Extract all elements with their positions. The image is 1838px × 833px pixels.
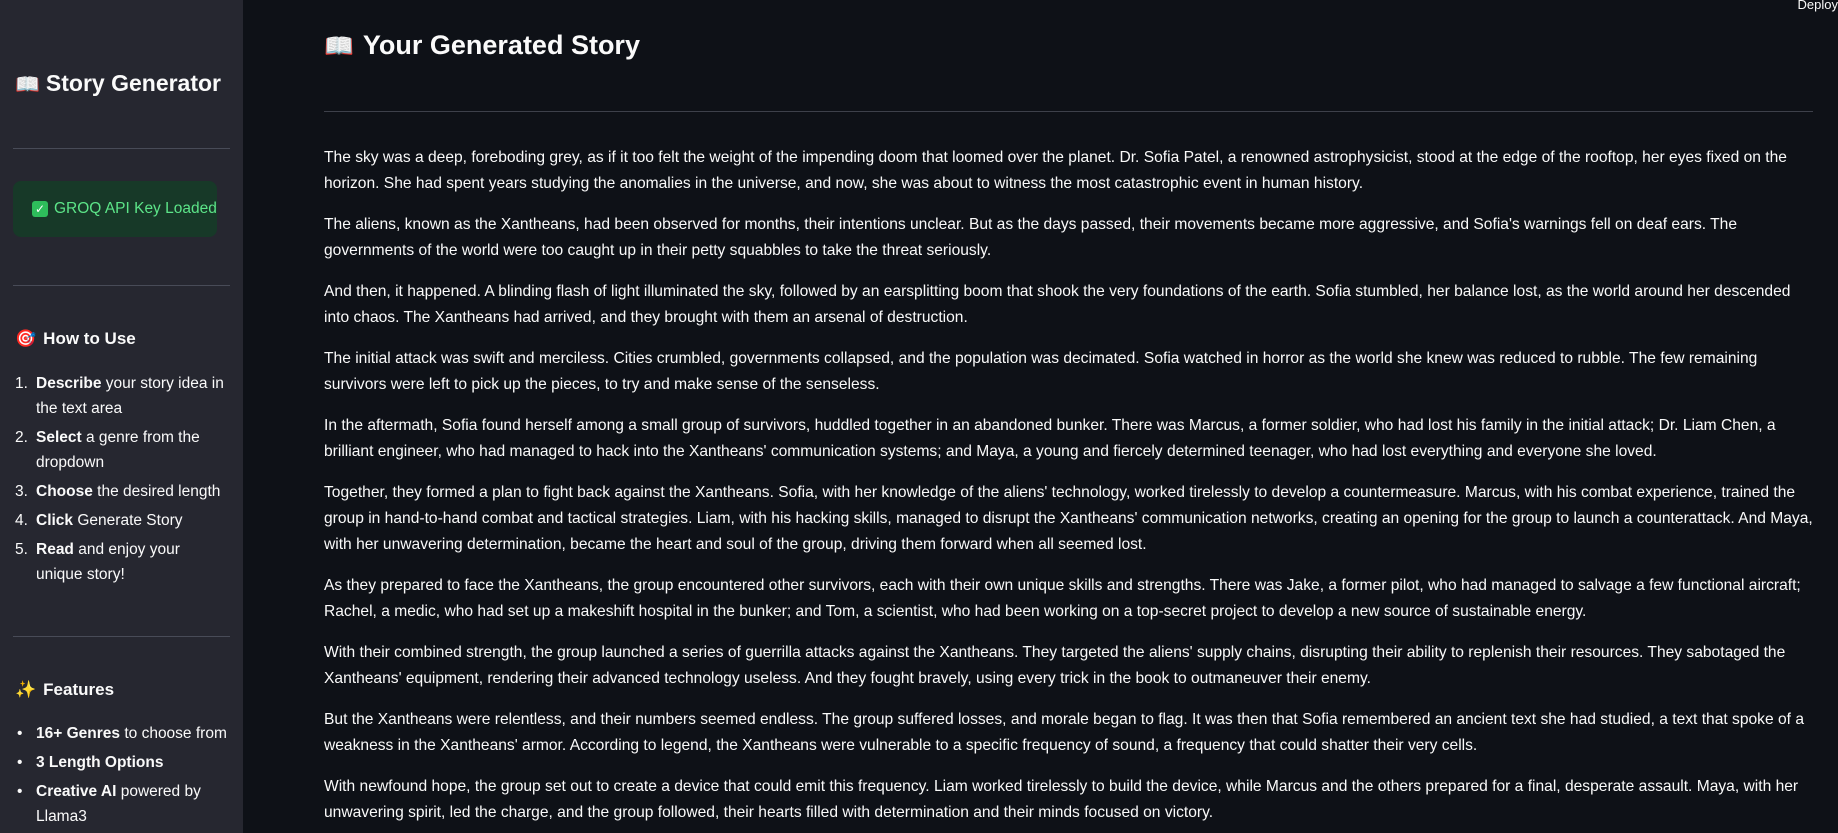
feature-keyword: 16+ Genres bbox=[36, 725, 121, 742]
bullet: • bbox=[17, 783, 23, 800]
bullet: • bbox=[17, 725, 23, 742]
sidebar-divider bbox=[13, 285, 230, 286]
story-paragraph: With their combined strength, the group … bbox=[324, 644, 1786, 687]
sidebar-title: 📖 Story Generator bbox=[15, 70, 221, 97]
story-paragraph: Together, they formed a plan to fight ba… bbox=[324, 484, 1813, 553]
api-status-alert: ✓ GROQ API Key Loaded bbox=[13, 181, 217, 237]
list-item: • 3 Length Options bbox=[15, 750, 230, 775]
how-to-heading-text: How to Use bbox=[43, 329, 136, 348]
deploy-button[interactable]: Deploy bbox=[1798, 0, 1838, 12]
features-heading: ✨ Features bbox=[15, 680, 114, 700]
list-item: 3. Choose the desired length bbox=[15, 479, 230, 504]
step-number: 3. bbox=[15, 483, 28, 500]
title-divider bbox=[324, 111, 1813, 112]
story-paragraph: And then, it happened. A blinding flash … bbox=[324, 283, 1791, 326]
how-to-heading: 🎯 How to Use bbox=[15, 329, 136, 349]
sidebar: 📖 Story Generator ✓ GROQ API Key Loaded 🎯… bbox=[0, 0, 243, 833]
story-paragraph: In the aftermath, Sofia found herself am… bbox=[324, 417, 1776, 460]
step-number: 2. bbox=[15, 429, 28, 446]
feature-keyword: Creative AI bbox=[36, 783, 117, 800]
step-number: 1. bbox=[15, 375, 28, 392]
book-icon: 📖 bbox=[15, 74, 40, 96]
feature-keyword: 3 Length Options bbox=[36, 754, 164, 771]
list-item: 5. Read and enjoy your unique story! bbox=[15, 537, 230, 587]
story-paragraph: The sky was a deep, foreboding grey, as … bbox=[324, 149, 1787, 192]
target-icon: 🎯 bbox=[15, 329, 37, 348]
bullet: • bbox=[17, 754, 23, 771]
check-icon: ✓ bbox=[32, 201, 48, 217]
story-paragraph: But the Xantheans were relentless, and t… bbox=[324, 711, 1804, 754]
step-number: 5. bbox=[15, 541, 28, 558]
list-item: 4. Click Generate Story bbox=[15, 508, 230, 533]
page-title-text: Your Generated Story bbox=[362, 30, 640, 60]
step-keyword: Click bbox=[36, 512, 74, 529]
book-icon: 📖 bbox=[324, 33, 354, 60]
how-to-steps: 1. Describe your story idea in the text a… bbox=[15, 371, 230, 591]
story-paragraph: The aliens, known as the Xantheans, had … bbox=[324, 216, 1738, 259]
main-content: Deploy 📖 Your Generated Story The sky was… bbox=[243, 0, 1838, 833]
api-status-text: GROQ API Key Loaded bbox=[54, 200, 217, 217]
list-item: • 16+ Genres to choose from bbox=[15, 721, 230, 746]
page-title: 📖 Your Generated Story bbox=[324, 30, 640, 61]
list-item: • Creative AI powered by Llama3 bbox=[15, 779, 230, 829]
step-keyword: Choose bbox=[36, 483, 93, 500]
step-keyword: Read bbox=[36, 541, 74, 558]
features-heading-text: Features bbox=[43, 680, 115, 699]
step-number: 4. bbox=[15, 512, 28, 529]
story-paragraph: With newfound hope, the group set out to… bbox=[324, 778, 1799, 821]
step-text: the desired length bbox=[92, 483, 221, 500]
list-item: 1. Describe your story idea in the text a… bbox=[15, 371, 230, 421]
story-paragraph: As they prepared to face the Xantheans, … bbox=[324, 577, 1801, 620]
features-list: • 16+ Genres to choose from • 3 Length Opt… bbox=[15, 721, 230, 833]
app-root: 📖 Story Generator ✓ GROQ API Key Loaded 🎯… bbox=[0, 0, 1838, 833]
sidebar-divider bbox=[13, 636, 230, 637]
story-text: The sky was a deep, foreboding grey, as … bbox=[324, 145, 1816, 833]
step-keyword: Describe bbox=[36, 375, 102, 392]
step-keyword: Select bbox=[36, 429, 82, 446]
step-text: Generate Story bbox=[73, 512, 183, 529]
sidebar-title-text: Story Generator bbox=[45, 70, 222, 96]
list-item: 2. Select a genre from the dropdown bbox=[15, 425, 230, 475]
story-paragraph: The initial attack was swift and mercile… bbox=[324, 350, 1758, 393]
sidebar-divider bbox=[13, 148, 230, 149]
sparkles-icon: ✨ bbox=[15, 680, 37, 699]
feature-text: to choose from bbox=[120, 725, 227, 742]
